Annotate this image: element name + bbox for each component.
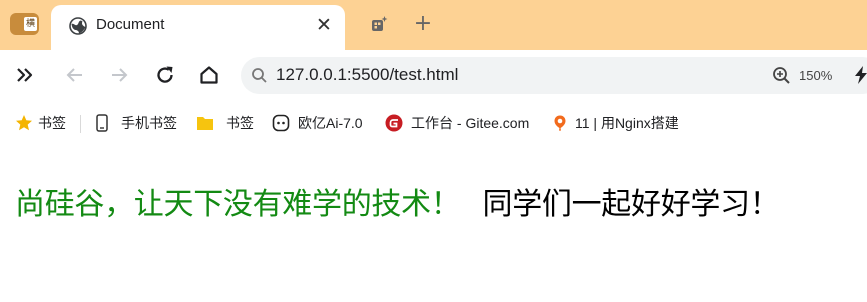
- browser-toolbar: 127.0.0.1:5500/test.html 150%: [0, 50, 867, 101]
- bookmark-label: 手机书签: [121, 115, 177, 131]
- headline: 尚硅谷，让天下没有难学的技术！ 同学们一起好好学习！: [15, 179, 780, 223]
- bookmarks-divider: [80, 115, 81, 133]
- star-icon: [16, 115, 32, 131]
- tab-document[interactable]: Document ✕: [51, 5, 345, 50]
- bookmark-item[interactable]: 书签: [15, 113, 75, 133]
- sidebar-expand-icon[interactable]: [14, 64, 36, 86]
- bookmark-label: 11 | 用Nginx搭建: [575, 115, 679, 131]
- balloon-icon: [554, 115, 566, 131]
- globe-icon: [69, 17, 87, 35]
- bookmark-label: 工作台 - Gitee.com: [411, 115, 530, 131]
- home-icon[interactable]: [198, 64, 220, 86]
- bookmark-item[interactable]: 手机书签: [93, 113, 188, 133]
- chat-bubble-icon: [272, 114, 290, 132]
- folder-icon: [197, 117, 213, 130]
- new-tab-button[interactable]: +: [412, 11, 434, 37]
- zoom-level[interactable]: 150%: [799, 68, 832, 83]
- bookmark-item[interactable]: 工作台 - Gitee.com: [385, 113, 533, 133]
- address-bar[interactable]: 127.0.0.1:5500/test.html 150%: [241, 57, 867, 94]
- page-content: 尚硅谷，让天下没有难学的技术！ 同学们一起好好学习！: [0, 145, 867, 302]
- zoom-icon[interactable]: [772, 66, 791, 85]
- forward-icon[interactable]: [108, 64, 130, 86]
- tab-strip: 横 Document ✕ +: [0, 0, 867, 50]
- vertical-tabs-label: 横: [24, 17, 37, 31]
- vertical-tabs-button[interactable]: 横: [10, 13, 39, 35]
- bookmark-label: 书签: [226, 115, 254, 131]
- search-icon: [252, 68, 267, 83]
- bookmark-item[interactable]: 书签: [196, 113, 261, 133]
- bookmark-item[interactable]: 欧亿Ai-7.0: [272, 113, 376, 133]
- bookmarks-bar: 书签 手机书签 书签 欧亿Ai-7.0 工作台 - Gitee.com 11 |…: [0, 101, 867, 145]
- gitee-icon: [385, 114, 403, 132]
- back-icon[interactable]: [64, 64, 86, 86]
- bookmark-label: 书签: [38, 115, 66, 131]
- reload-icon[interactable]: [154, 64, 176, 86]
- extensions-icon[interactable]: [370, 15, 388, 33]
- close-tab-icon[interactable]: ✕: [313, 14, 335, 36]
- bookmark-label: 欧亿Ai-7.0: [298, 115, 363, 131]
- headline-black-text: 同学们一起好好学习！: [482, 187, 780, 222]
- bolt-icon[interactable]: [854, 66, 867, 84]
- bookmark-item[interactable]: 11 | 用Nginx搭建: [551, 113, 695, 133]
- tab-title: Document: [96, 16, 165, 33]
- headline-green-text: 尚硅谷，让天下没有难学的技术！: [15, 187, 461, 222]
- address-url[interactable]: 127.0.0.1:5500/test.html: [276, 65, 458, 85]
- phone-icon: [96, 114, 108, 132]
